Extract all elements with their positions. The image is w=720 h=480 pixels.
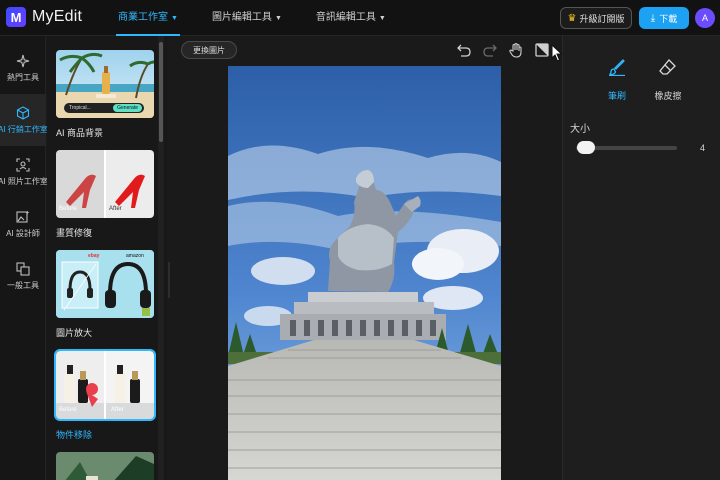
- rail-label: AI 設計師: [6, 228, 40, 238]
- brush-icon: [609, 59, 625, 77]
- left-rail: 熱門工具 AI 行銷工作室 AI 照片工作室 AI 設計師 一般工具: [0, 36, 48, 480]
- main-nav: 商業工作室 ▼ 圖片編輯工具 ▼ 音訊編輯工具 ▼: [112, 0, 414, 36]
- upgrade-label: 升級訂閱版: [579, 13, 625, 24]
- nav-label: 圖片編輯工具: [211, 12, 272, 23]
- avatar[interactable]: A: [695, 8, 715, 28]
- top-bar: M MyEdit 商業工作室 ▼ 圖片編輯工具 ▼ 音訊編輯工具 ▼ ♛ 升級訂閱版 …: [0, 0, 720, 36]
- eraser-tab[interactable]: 橡皮擦: [651, 58, 685, 102]
- rail-item-ai-photo-studio[interactable]: AI 照片工作室: [0, 146, 48, 198]
- eraser-label: 橡皮擦: [654, 91, 682, 101]
- after-label: After: [109, 206, 122, 212]
- upgrade-button[interactable]: ♛ 升級訂閱版: [560, 7, 632, 29]
- prompt-text: Tropical...: [69, 105, 91, 111]
- template-card-quality-restore[interactable]: Before After: [56, 150, 154, 218]
- before-label: Before: [59, 407, 77, 413]
- template-scrollbar[interactable]: [158, 36, 164, 480]
- compare-icon[interactable]: [534, 42, 550, 58]
- canvas-photo[interactable]: [228, 66, 501, 480]
- size-slider-thumb[interactable]: [577, 141, 596, 154]
- brush-label: 筆刷: [607, 91, 626, 101]
- nav-label: 音訊編輯工具: [315, 12, 376, 23]
- template-card-image-upscale[interactable]: ebay amazon: [56, 250, 154, 318]
- app-name: MyEdit: [32, 8, 83, 25]
- face-scan-icon: [16, 157, 30, 172]
- before-label: Before: [59, 206, 77, 212]
- nav-business-studio[interactable]: 商業工作室 ▼: [112, 0, 184, 36]
- replace-image-label: 更換圖片: [193, 45, 225, 55]
- template-label: AI 商品背景: [56, 128, 104, 138]
- crown-icon: ♛: [567, 12, 577, 24]
- rail-label: AI 行銷工作室: [0, 124, 48, 134]
- eraser-icon: [659, 59, 676, 75]
- template-card-next[interactable]: [56, 452, 154, 480]
- template-card-object-removal[interactable]: Before After: [54, 349, 156, 421]
- rail-item-ai-marketing-studio[interactable]: AI 行銷工作室: [0, 94, 48, 146]
- nav-image-tools[interactable]: 圖片編輯工具 ▼: [206, 0, 288, 36]
- rail-label: AI 照片工作室: [0, 176, 48, 186]
- rail-label: 熱門工具: [7, 72, 39, 82]
- image-sparkle-icon: [16, 210, 30, 223]
- cube-icon: [16, 105, 30, 120]
- download-icon: ⤓: [650, 12, 656, 24]
- sparkle-icon: [16, 54, 30, 67]
- size-value: 4: [700, 143, 706, 153]
- brand-label: ebay: [88, 253, 100, 259]
- app-window: M MyEdit 商業工作室 ▼ 圖片編輯工具 ▼ 音訊編輯工具 ▼ ♛ 升級訂閱版 …: [0, 0, 720, 480]
- brand-label: amazon: [126, 253, 144, 259]
- chevron-down-icon: ▼: [274, 15, 282, 22]
- brush-settings-panel: [562, 36, 720, 480]
- chevron-down-icon: ▼: [171, 15, 178, 22]
- redo-icon[interactable]: [482, 42, 498, 58]
- rail-item-ai-designer[interactable]: AI 設計師: [0, 198, 46, 250]
- nav-label: 商業工作室: [118, 12, 168, 23]
- download-button[interactable]: ⤓ 下載: [639, 7, 689, 29]
- template-panel: Tropical... Generate AI 商品背景 Before Afte…: [47, 36, 167, 480]
- next-template-thumbnail: [56, 452, 154, 480]
- size-label: 大小: [570, 124, 590, 135]
- nav-audio-tools[interactable]: 音訊編輯工具 ▼: [310, 0, 392, 36]
- scrollbar-thumb[interactable]: [159, 42, 163, 142]
- mouse-cursor-icon: [551, 44, 563, 62]
- template-card-ai-product-background[interactable]: Tropical... Generate: [56, 50, 154, 118]
- statue-photo: [228, 66, 501, 480]
- rail-item-popular-tools[interactable]: 熱門工具: [0, 42, 46, 94]
- chevron-down-icon: ▼: [378, 15, 386, 22]
- undo-icon[interactable]: [456, 42, 472, 58]
- prompt-bar: Tropical... Generate: [64, 103, 144, 113]
- generate-chip: Generate: [113, 104, 142, 112]
- copy-icon: [16, 261, 30, 276]
- download-label: 下載: [659, 13, 678, 24]
- rail-label: 一般工具: [7, 280, 39, 290]
- template-label: 圖片放大: [56, 328, 93, 338]
- template-label: 物件移除: [56, 430, 93, 440]
- template-label: 畫質修復: [56, 228, 93, 238]
- logo[interactable]: M MyEdit: [6, 7, 82, 27]
- brush-tab[interactable]: 筆刷: [603, 58, 631, 102]
- logo-mark: M: [6, 7, 26, 27]
- after-label: After: [111, 407, 124, 413]
- rail-item-general-tools[interactable]: 一般工具: [0, 250, 46, 302]
- hand-icon[interactable]: [508, 42, 524, 58]
- image-upscale-thumbnail: [56, 250, 154, 318]
- replace-image-button[interactable]: 更換圖片: [181, 41, 237, 59]
